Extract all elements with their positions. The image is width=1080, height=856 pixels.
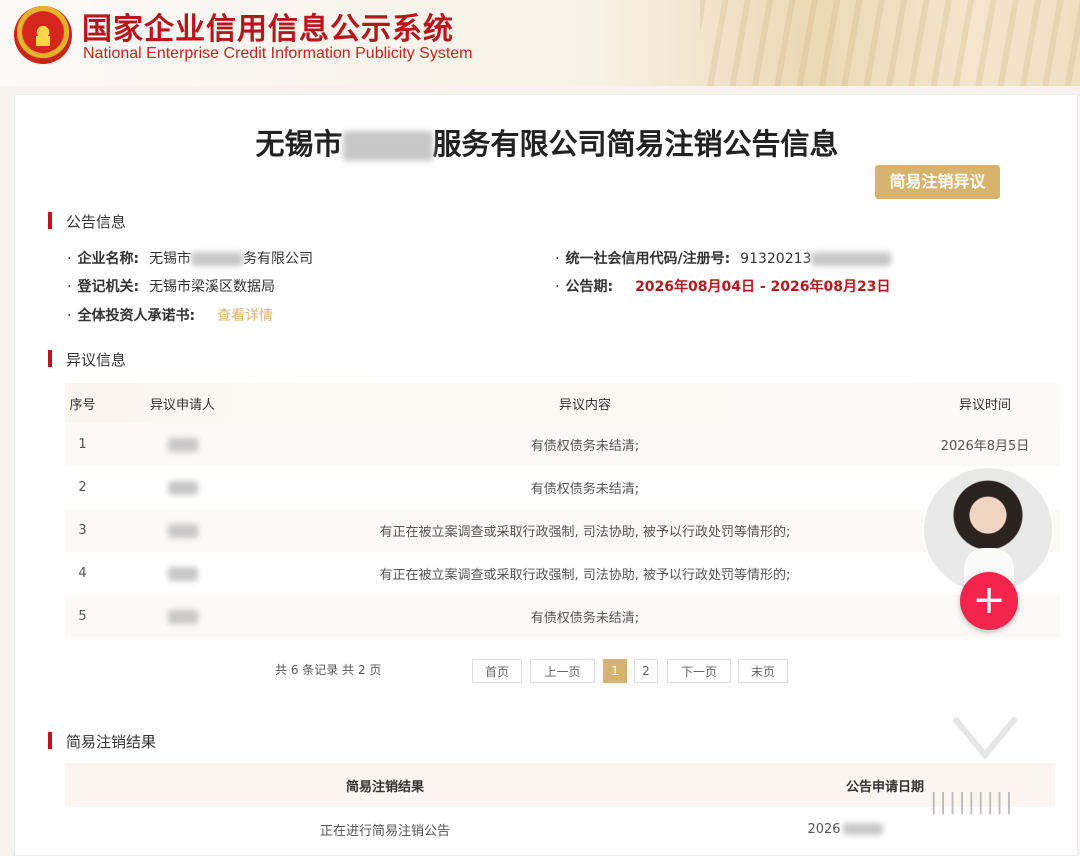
cell-applicant (135, 552, 230, 595)
credit-code-row: · 统一社会信用代码/注册号: 91320213 (555, 248, 892, 268)
cell-content: 有正在被立案调查或采取行政强制, 司法协助, 被予以行政处罚等情形的; (379, 568, 791, 583)
pager-summary: 共 6 条记录 共 2 页 (275, 663, 382, 677)
pager-next-button[interactable]: 下一页 (667, 659, 731, 683)
cell-applicant (135, 595, 230, 638)
chevron-down-icon (953, 717, 1017, 760)
bullet-dot: · (555, 251, 560, 267)
cell-no: 2 (78, 480, 87, 495)
cell-no: 4 (78, 566, 87, 581)
table-row: 3 有正在被立案调查或采取行政强制, 司法协助, 被予以行政处罚等情形的; (65, 509, 1060, 552)
commitment-label: 全体投资人承诺书: (77, 308, 196, 324)
result-table-header: 简易注销结果 公告申请日期 (65, 763, 1055, 807)
bullet-dot: · (67, 308, 72, 324)
credit-code-value: 91320213 (740, 251, 892, 267)
redacted-blur (167, 523, 198, 538)
pager-last-button[interactable]: 末页 (738, 659, 788, 683)
company-name-row: · 企业名称: 无锡市 务有限公司 (67, 248, 313, 268)
table-row: 5 有债权债务未结清; 2026 (65, 595, 1060, 638)
section-announcement: 公告信息 (48, 211, 126, 232)
section-objections: 异议信息 (48, 349, 126, 370)
commitment-row: · 全体投资人承诺书: 查看详情 (67, 305, 273, 325)
cell-no: 3 (78, 523, 87, 538)
add-plus-button[interactable]: + (960, 572, 1018, 630)
cell-content: 有债权债务未结清; (530, 439, 640, 454)
national-emblem-icon (14, 6, 72, 64)
redacted-blur (167, 480, 198, 495)
cell-applicant (135, 509, 230, 552)
pager-page-1[interactable]: 1 (603, 659, 627, 683)
bullet-dot: · (67, 251, 72, 267)
redacted-blur (191, 252, 244, 266)
cell-time: 2026年8月5日 (940, 439, 1030, 454)
col-header-result: 简易注销结果 (345, 779, 424, 795)
company-name-value: 无锡市 务有限公司 (149, 251, 314, 267)
col-header-content: 异议内容 (558, 397, 611, 413)
col-header-applicant: 异议申请人 (149, 397, 215, 413)
table-row: 4 有正在被立案调查或采取行政强制, 司法协助, 被予以行政处罚等情形的; (65, 552, 1060, 595)
section-result: 简易注销结果 (48, 731, 156, 752)
site-title-en: National Enterprise Credit Information P… (83, 45, 473, 62)
bullet-dot: · (67, 279, 72, 295)
redacted-blur (167, 437, 198, 452)
cell-applicant (135, 423, 230, 466)
redacted-blur (811, 252, 892, 266)
table-row: 1 有债权债务未结清; 2026年8月5日 (65, 423, 1060, 466)
period-label: 公告期: (565, 279, 614, 295)
credit-code-label: 统一社会信用代码/注册号: (565, 251, 731, 267)
redacted-blur (167, 609, 198, 624)
cell-content: 有正在被立案调查或采取行政强制, 司法协助, 被予以行政处罚等情形的; (379, 525, 791, 540)
pager-first-button[interactable]: 首页 (472, 659, 522, 683)
content-card: 无锡市 服务有限公司简易注销公告信息 简易注销异议 公告信息 · 企业名称: 无锡市务… (14, 94, 1078, 856)
table-body: 1 有债权债务未结清; 2026年8月5日 2 有债权债务未结清; 3 有正在被… (65, 423, 1060, 638)
cell-applicant (135, 466, 230, 509)
objections-table: 序号 异议申请人 异议内容 异议时间 1 有债权债务未结清; 2026年8月5日… (65, 383, 1060, 638)
cell-content: 有债权债务未结清; (530, 482, 640, 497)
period-row: · 公告期: 2026年08月04日 - 2026年08月23日 (555, 276, 890, 296)
cell-no: 5 (78, 609, 87, 624)
objection-button[interactable]: 简易注销异议 (875, 165, 1000, 199)
redacted-blur (842, 823, 883, 835)
page-title: 无锡市 服务有限公司简易注销公告信息 (15, 121, 1079, 163)
authority-value: 无锡市梁溪区数据局 (149, 279, 276, 295)
commitment-link[interactable]: 查看详情 (217, 308, 273, 324)
cell-no: 1 (78, 437, 87, 452)
cell-content: 有债权债务未结清; (530, 611, 640, 626)
redacted-name-blur (342, 131, 433, 161)
bullet-dot: · (555, 279, 560, 295)
cell-date: 2026 (805, 807, 885, 851)
table-row: 2 有债权债务未结清; (65, 466, 1060, 509)
col-header-time: 异议时间 (958, 397, 1011, 413)
table-header: 序号 异议申请人 异议内容 异议时间 (65, 383, 1060, 423)
page-title-suffix: 服务有限公司简易注销公告信息 (432, 127, 839, 161)
period-value: 2026年08月04日 - 2026年08月23日 (635, 279, 891, 295)
redacted-blur (167, 566, 198, 581)
result-row: 正在进行简易注销公告 2026 (65, 807, 1055, 851)
watermark-bars: ||||||||| (930, 790, 1015, 815)
pager-page-2[interactable]: 2 (634, 659, 658, 683)
col-header-no: 序号 (69, 397, 96, 413)
cell-result: 正在进行简易注销公告 (319, 823, 450, 839)
authority-label: 登记机关: (77, 279, 140, 295)
pager-prev-button[interactable]: 上一页 (530, 659, 595, 683)
authority-row: · 登记机关: 无锡市梁溪区数据局 (67, 276, 275, 296)
site-title-cn: 国家企业信用信息公示系统 (82, 12, 454, 47)
site-header: 国家企业信用信息公示系统 National Enterprise Credit … (0, 0, 1080, 86)
company-name-label: 企业名称: (77, 251, 140, 267)
page-title-prefix: 无锡市 (255, 127, 343, 161)
